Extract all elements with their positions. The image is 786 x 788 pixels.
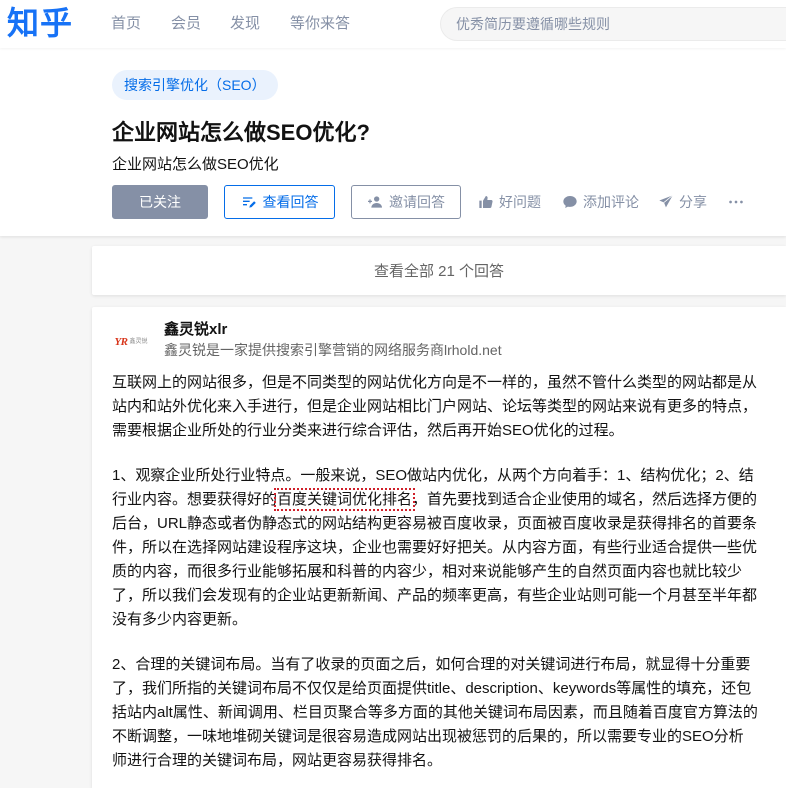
view-answers-label: 查看回答: [262, 194, 319, 210]
answer-paragraph: 2、合理的关键词布局。当有了收录的页面之后，如何合理的对关键词进行布局，就显得十…: [112, 656, 758, 769]
question-header: 搜索引擎优化（SEO） 企业网站怎么做SEO优化? 企业网站怎么做SEO优化 已…: [0, 48, 786, 236]
follow-button-label: 已关注: [139, 194, 181, 210]
edit-lines-icon: [241, 194, 257, 210]
invite-user-icon: [367, 194, 383, 210]
more-button[interactable]: [727, 185, 745, 219]
search-box[interactable]: [440, 7, 786, 41]
answer-paragraph: 1、观察企业所处行业特点。一般来说，SEO做站内优化，从两个方向着手：1、结构优…: [112, 464, 758, 632]
paragraph-text: ，首先要找到适合企业使用的域名，然后选择方便的后台，URL静态或者伪静态式的网站…: [112, 491, 758, 628]
comment-icon: [562, 194, 578, 210]
question-detail: 企业网站怎么做SEO优化: [112, 156, 279, 173]
top-header: 知乎 首页 会员 发现 等你来答: [0, 0, 786, 48]
nav-item-waiting-answers[interactable]: 等你来答: [290, 14, 350, 34]
answer-content: 互联网上的网站很多，但是不同类型的网站优化方向是不一样的，虽然不管什么类型的网站…: [112, 371, 758, 773]
thumbs-up-icon: [478, 194, 494, 210]
topic-tag[interactable]: 搜索引擎优化（SEO）: [112, 70, 278, 100]
view-answers-button[interactable]: 查看回答: [224, 185, 335, 219]
follow-button[interactable]: 已关注: [112, 185, 208, 219]
answer-card: YR 鑫灵锐 鑫灵锐xlr 鑫灵锐是一家提供搜索引擎营销的网络服务商lrhold…: [92, 307, 786, 788]
view-all-answers-label: 查看全部 21 个回答: [373, 263, 505, 280]
invite-answer-button[interactable]: 邀请回答: [351, 185, 461, 219]
nav-item-discover[interactable]: 发现: [230, 14, 260, 34]
avatar-logo-caption: 鑫灵锐: [129, 339, 148, 345]
avatar[interactable]: YR 鑫灵锐: [112, 323, 150, 361]
author-bio: 鑫灵锐是一家提供搜索引擎营销的网络服务商lrhold.net: [164, 342, 502, 358]
nav-item-membership[interactable]: 会员: [171, 14, 201, 34]
avatar-logo-mark: YR: [114, 336, 128, 348]
invite-answer-label: 邀请回答: [389, 194, 445, 210]
good-question-button[interactable]: 好问题: [478, 185, 548, 219]
author-name[interactable]: 鑫灵锐xlr: [164, 319, 227, 340]
highlighted-keyword: 百度关键词优化排名: [274, 488, 416, 511]
share-button[interactable]: 分享: [658, 185, 714, 219]
paper-plane-icon: [658, 194, 674, 210]
question-title: 企业网站怎么做SEO优化?: [112, 120, 370, 145]
more-icon: [729, 200, 743, 204]
good-question-label: 好问题: [499, 194, 541, 210]
nav-item-home[interactable]: 首页: [111, 14, 141, 34]
zhihu-logo[interactable]: 知乎: [7, 1, 73, 45]
share-label: 分享: [679, 194, 707, 210]
page: 知乎 首页 会员 发现 等你来答 搜索引擎优化（SEO） 企业网站怎么做SEO优…: [0, 0, 786, 788]
add-comment-label: 添加评论: [583, 194, 639, 210]
answer-paragraph: 互联网上的网站很多，但是不同类型的网站优化方向是不一样的，虽然不管什么类型的网站…: [112, 374, 758, 439]
view-all-answers-card[interactable]: 查看全部 21 个回答: [92, 246, 786, 295]
question-actions: 已关注 查看回答 邀请回答 好问题 添加评论 分享: [0, 185, 786, 219]
search-input[interactable]: [456, 8, 776, 40]
add-comment-button[interactable]: 添加评论: [562, 185, 646, 219]
